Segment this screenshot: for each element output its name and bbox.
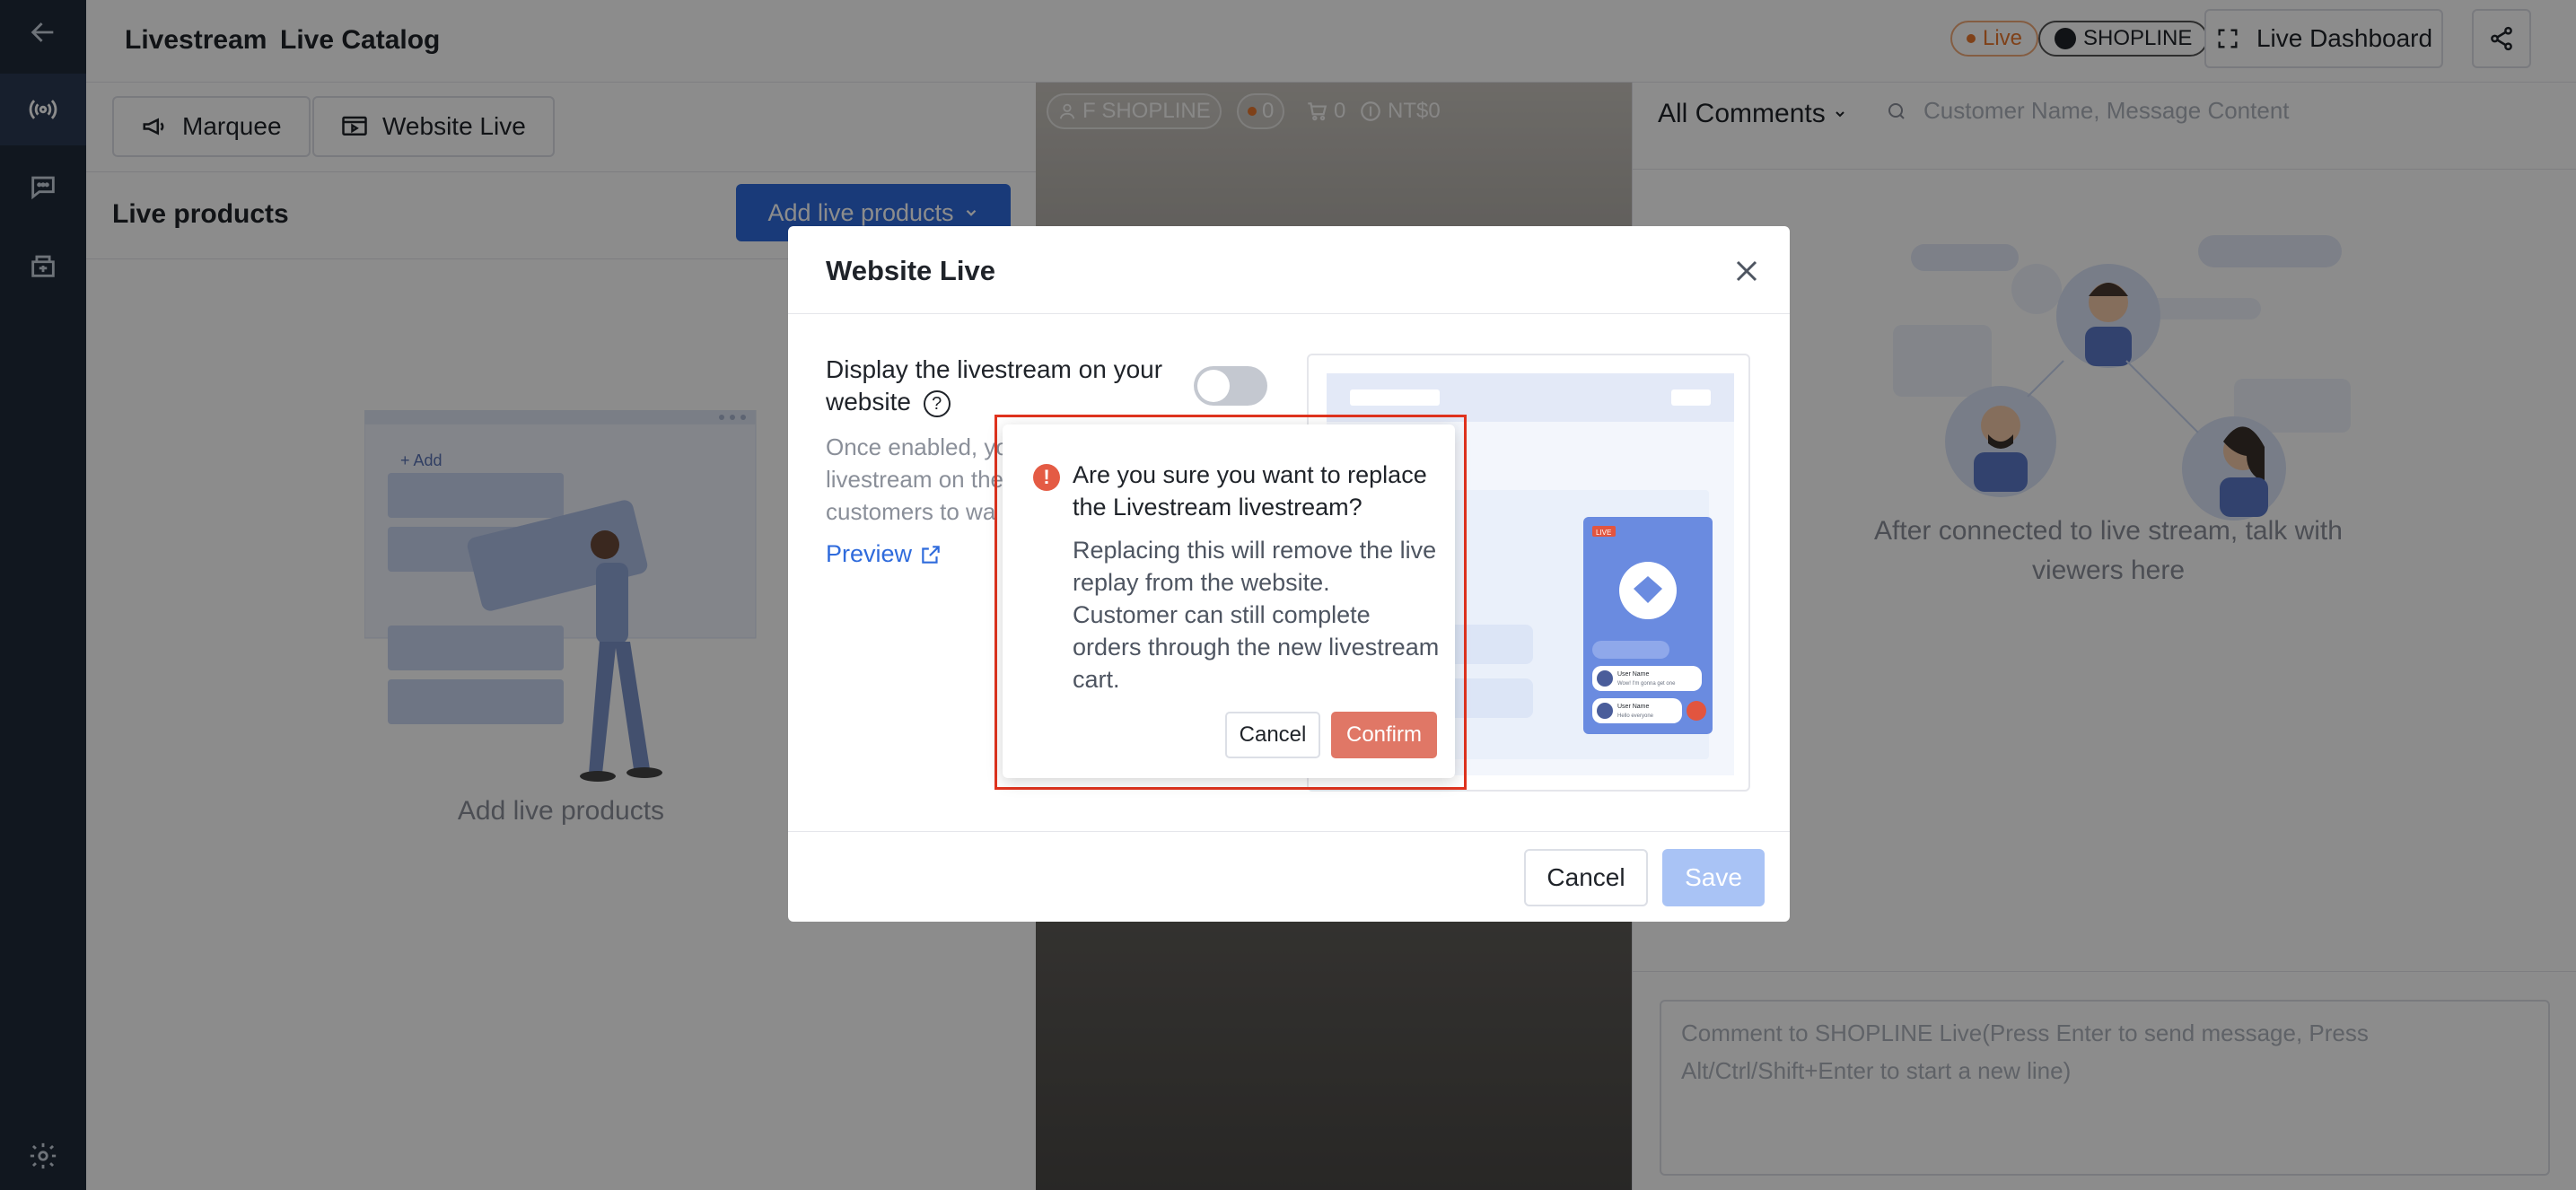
external-link-icon <box>922 545 940 564</box>
preview-message: Wow! I'm gonna get one <box>1617 681 1676 687</box>
confirm-highlight-frame: ! Are you sure you want to replace the L… <box>994 415 1467 790</box>
toggle-knob <box>1197 370 1230 402</box>
preview-live-tag: LIVE <box>1596 529 1611 537</box>
setting-description: Once enabled, yo livestream on the custo… <box>826 431 1005 528</box>
warning-exclamation-icon: ! <box>1033 464 1060 491</box>
divider <box>788 831 1790 832</box>
setting-label-text: Display the livestream on your website <box>826 355 1163 416</box>
setting-description-line: Once enabled, yo <box>826 433 1005 460</box>
replace-confirm-popover: ! Are you sure you want to replace the L… <box>1003 424 1455 778</box>
preview-link-label: Preview <box>826 540 913 567</box>
preview-message: Hello everyone <box>1617 713 1654 719</box>
preview-link[interactable]: Preview <box>826 540 942 568</box>
modal-cancel-button[interactable]: Cancel <box>1524 849 1648 906</box>
help-question-icon[interactable]: ? <box>923 389 951 417</box>
display-livestream-toggle[interactable] <box>1194 366 1267 406</box>
close-icon[interactable] <box>1729 253 1765 289</box>
setting-description-line: livestream on the <box>826 466 1003 493</box>
confirm-cancel-button[interactable]: Cancel <box>1225 712 1320 758</box>
modal-title: Website Live <box>826 255 995 286</box>
modal-save-button[interactable]: Save <box>1662 849 1765 906</box>
setting-description-line: customers to wa <box>826 498 996 525</box>
divider <box>788 313 1790 314</box>
setting-label: Display the livestream on your website ? <box>826 354 1185 418</box>
confirm-button[interactable]: Confirm <box>1331 712 1437 758</box>
preview-user-name: User Name <box>1617 704 1650 710</box>
confirm-title: Are you sure you want to replace the Liv… <box>1073 461 1427 521</box>
confirm-body: Replacing this will remove the live repl… <box>1073 537 1440 693</box>
preview-user-name: User Name <box>1617 671 1650 678</box>
